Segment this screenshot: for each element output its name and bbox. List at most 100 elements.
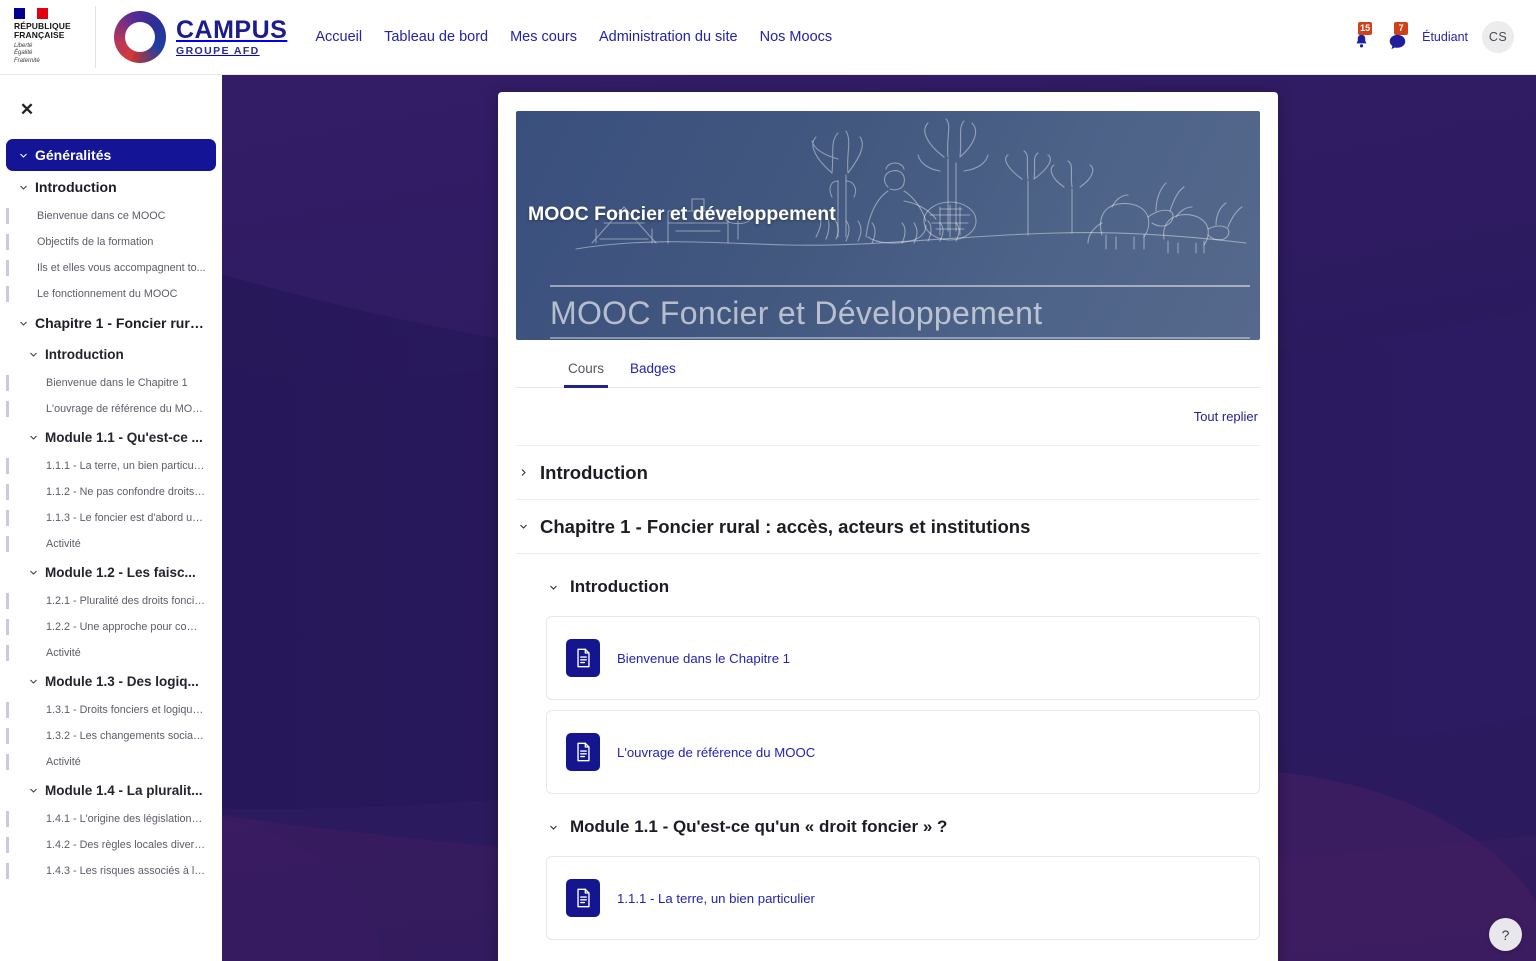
drawer-item-3[interactable]: Objectifs de la formation [6, 229, 216, 255]
course-section-header-0[interactable]: Introduction [516, 446, 1260, 500]
drawer-item-label: 1.1.1 - La terre, un bien particulier [46, 460, 206, 472]
course-subsection-1-1: Module 1.1 - Qu'est-ce qu'un « droit fon… [516, 794, 1260, 940]
drawer-item-label: Bienvenue dans ce MOOC [37, 210, 165, 222]
drawer-item-0[interactable]: Généralités [6, 139, 216, 171]
course-content-card: MOOC Foncier et développement MOOC Fonci… [498, 92, 1278, 961]
drawer-item-label: 1.1.3 - Le foncier est d'abord un r... [46, 512, 206, 524]
drawer-item-label: Objectifs de la formation [37, 236, 153, 248]
activity-item[interactable]: Bienvenue dans le Chapitre 1 [546, 616, 1260, 700]
drawer-item-label: Module 1.4 - La pluralit... [45, 783, 203, 798]
banner-rule-top [550, 285, 1250, 287]
drawer-item-15[interactable]: Module 1.2 - Les faisc... [6, 557, 216, 588]
drawer-item-16[interactable]: 1.2.1 - Pluralité des droits foncie... [6, 588, 216, 614]
course-index-list: GénéralitésIntroductionBienvenue dans ce… [0, 139, 222, 884]
nav-item-administration-du-site[interactable]: Administration du site [599, 29, 738, 45]
course-section-header-1[interactable]: Chapitre 1 - Foncier rural : accès, acte… [516, 500, 1260, 554]
drawer-item-7[interactable]: Introduction [6, 339, 216, 370]
user-avatar[interactable]: CS [1482, 21, 1514, 53]
drawer-item-25[interactable]: 1.4.2 - Des règles locales divers... [6, 832, 216, 858]
messages-button[interactable]: 7 [1386, 24, 1408, 50]
drawer-item-label: Module 1.1 - Qu'est-ce ... [45, 430, 203, 445]
item-edge-marker [6, 837, 9, 853]
drawer-item-10[interactable]: Module 1.1 - Qu'est-ce ... [6, 422, 216, 453]
primary-navigation: Accueil Tableau de bord Mes cours Admini… [315, 29, 832, 45]
drawer-item-5[interactable]: Le fonctionnement du MOOC [6, 281, 216, 307]
activity-name: L'ouvrage de référence du MOOC [617, 745, 815, 760]
course-section-title: Chapitre 1 - Foncier rural : accès, acte… [540, 516, 1030, 538]
motto-egalite: Égalité [14, 50, 85, 58]
course-sections-list: Introduction Chapitre 1 - Foncier rural :… [498, 446, 1278, 940]
republique-francaise-title: RÉPUBLIQUE FRANÇAISE [14, 22, 85, 40]
drawer-item-21[interactable]: 1.3.2 - Les changements sociau... [6, 723, 216, 749]
drawer-item-13[interactable]: 1.1.3 - Le foncier est d'abord un r... [6, 505, 216, 531]
document-icon [566, 639, 600, 677]
nav-item-accueil[interactable]: Accueil [315, 29, 362, 45]
collapse-all-link[interactable]: Tout replier [1194, 409, 1260, 424]
activity-item[interactable]: 1.1.1 - La terre, un bien particulier [546, 856, 1260, 940]
drawer-item-24[interactable]: 1.4.1 - L'origine des législations f... [6, 806, 216, 832]
course-index-drawer: ✕ GénéralitésIntroductionBienvenue dans … [0, 75, 222, 961]
course-subsection-header[interactable]: Introduction [546, 568, 1260, 606]
item-edge-marker [6, 260, 9, 276]
activity-name: 1.1.1 - La terre, un bien particulier [617, 891, 815, 906]
close-drawer-button[interactable]: ✕ [14, 97, 40, 123]
campus-brand-logo[interactable]: CAMPUS GROUPE AFD [114, 11, 287, 63]
document-icon [566, 879, 600, 917]
chevron-down-icon [18, 318, 29, 329]
drawer-item-6[interactable]: Chapitre 1 - Foncier rura... [6, 307, 216, 339]
drawer-item-label: Activité [46, 647, 81, 659]
notifications-button[interactable]: 15 [1350, 24, 1372, 50]
drawer-item-12[interactable]: 1.1.2 - Ne pas confondre droits d... [6, 479, 216, 505]
chevron-down-icon [28, 785, 39, 796]
item-edge-marker [6, 593, 9, 609]
drawer-item-label: 1.1.2 - Ne pas confondre droits d... [46, 486, 206, 498]
item-edge-marker [6, 863, 9, 879]
drawer-item-8[interactable]: Bienvenue dans le Chapitre 1 [6, 370, 216, 396]
item-edge-marker [6, 619, 9, 635]
drawer-item-23[interactable]: Module 1.4 - La pluralit... [6, 775, 216, 806]
drawer-item-1[interactable]: Introduction [6, 171, 216, 203]
drawer-item-9[interactable]: L'ouvrage de référence du MOOC [6, 396, 216, 422]
item-edge-marker [6, 728, 9, 744]
drawer-item-4[interactable]: Ils et elles vous accompagnent to... [6, 255, 216, 281]
drawer-item-label: 1.4.1 - L'origine des législations f... [46, 813, 206, 825]
drawer-item-label: Ils et elles vous accompagnent to... [37, 262, 206, 274]
drawer-item-18[interactable]: Activité [6, 640, 216, 666]
nav-item-tableau-de-bord[interactable]: Tableau de bord [384, 29, 488, 45]
drawer-item-19[interactable]: Module 1.3 - Des logiq... [6, 666, 216, 697]
banner-subtitle: MOOC Foncier et Développement [550, 295, 1042, 332]
activity-name: Bienvenue dans le Chapitre 1 [617, 651, 790, 666]
nav-item-mes-cours[interactable]: Mes cours [510, 29, 577, 45]
campus-wordmark: CAMPUS GROUPE AFD [176, 18, 287, 57]
course-subsection-title: Introduction [570, 577, 669, 597]
drawer-item-label: 1.4.2 - Des règles locales divers... [46, 839, 206, 851]
drawer-item-label: 1.3.2 - Les changements sociau... [46, 730, 206, 742]
drawer-item-label: Module 1.2 - Les faisc... [45, 565, 196, 580]
item-edge-marker [6, 401, 9, 417]
republique-francaise-logo: RÉPUBLIQUE FRANÇAISE Liberté Égalité Fra… [0, 6, 96, 68]
drawer-item-label: 1.3.1 - Droits fonciers et logique... [46, 704, 206, 716]
chevron-down-icon [18, 150, 29, 161]
tab-cours[interactable]: Cours [564, 361, 608, 387]
drawer-item-22[interactable]: Activité [6, 749, 216, 775]
collapse-controls-row: Tout replier [516, 388, 1260, 446]
course-tabs: Cours Badges [516, 340, 1260, 388]
drawer-item-11[interactable]: 1.1.1 - La terre, un bien particulier [6, 453, 216, 479]
bell-icon [1354, 33, 1369, 50]
course-section-title: Introduction [540, 462, 648, 484]
tab-badges[interactable]: Badges [626, 361, 680, 387]
nav-item-nos-moocs[interactable]: Nos Moocs [760, 29, 833, 45]
drawer-item-2[interactable]: Bienvenue dans ce MOOC [6, 203, 216, 229]
help-button[interactable]: ? [1489, 918, 1522, 951]
course-subsection-header[interactable]: Module 1.1 - Qu'est-ce qu'un « droit fon… [546, 808, 1260, 846]
activity-item[interactable]: L'ouvrage de référence du MOOC [546, 710, 1260, 794]
drawer-item-label: Activité [46, 538, 81, 550]
drawer-item-20[interactable]: 1.3.1 - Droits fonciers et logique... [6, 697, 216, 723]
item-edge-marker [6, 811, 9, 827]
user-role-label: Étudiant [1422, 30, 1468, 44]
item-edge-marker [6, 234, 9, 250]
drawer-item-17[interactable]: 1.2.2 - Une approche pour comp... [6, 614, 216, 640]
drawer-item-14[interactable]: Activité [6, 531, 216, 557]
drawer-item-26[interactable]: 1.4.3 - Les risques associés à la ... [6, 858, 216, 884]
item-edge-marker [6, 208, 9, 224]
